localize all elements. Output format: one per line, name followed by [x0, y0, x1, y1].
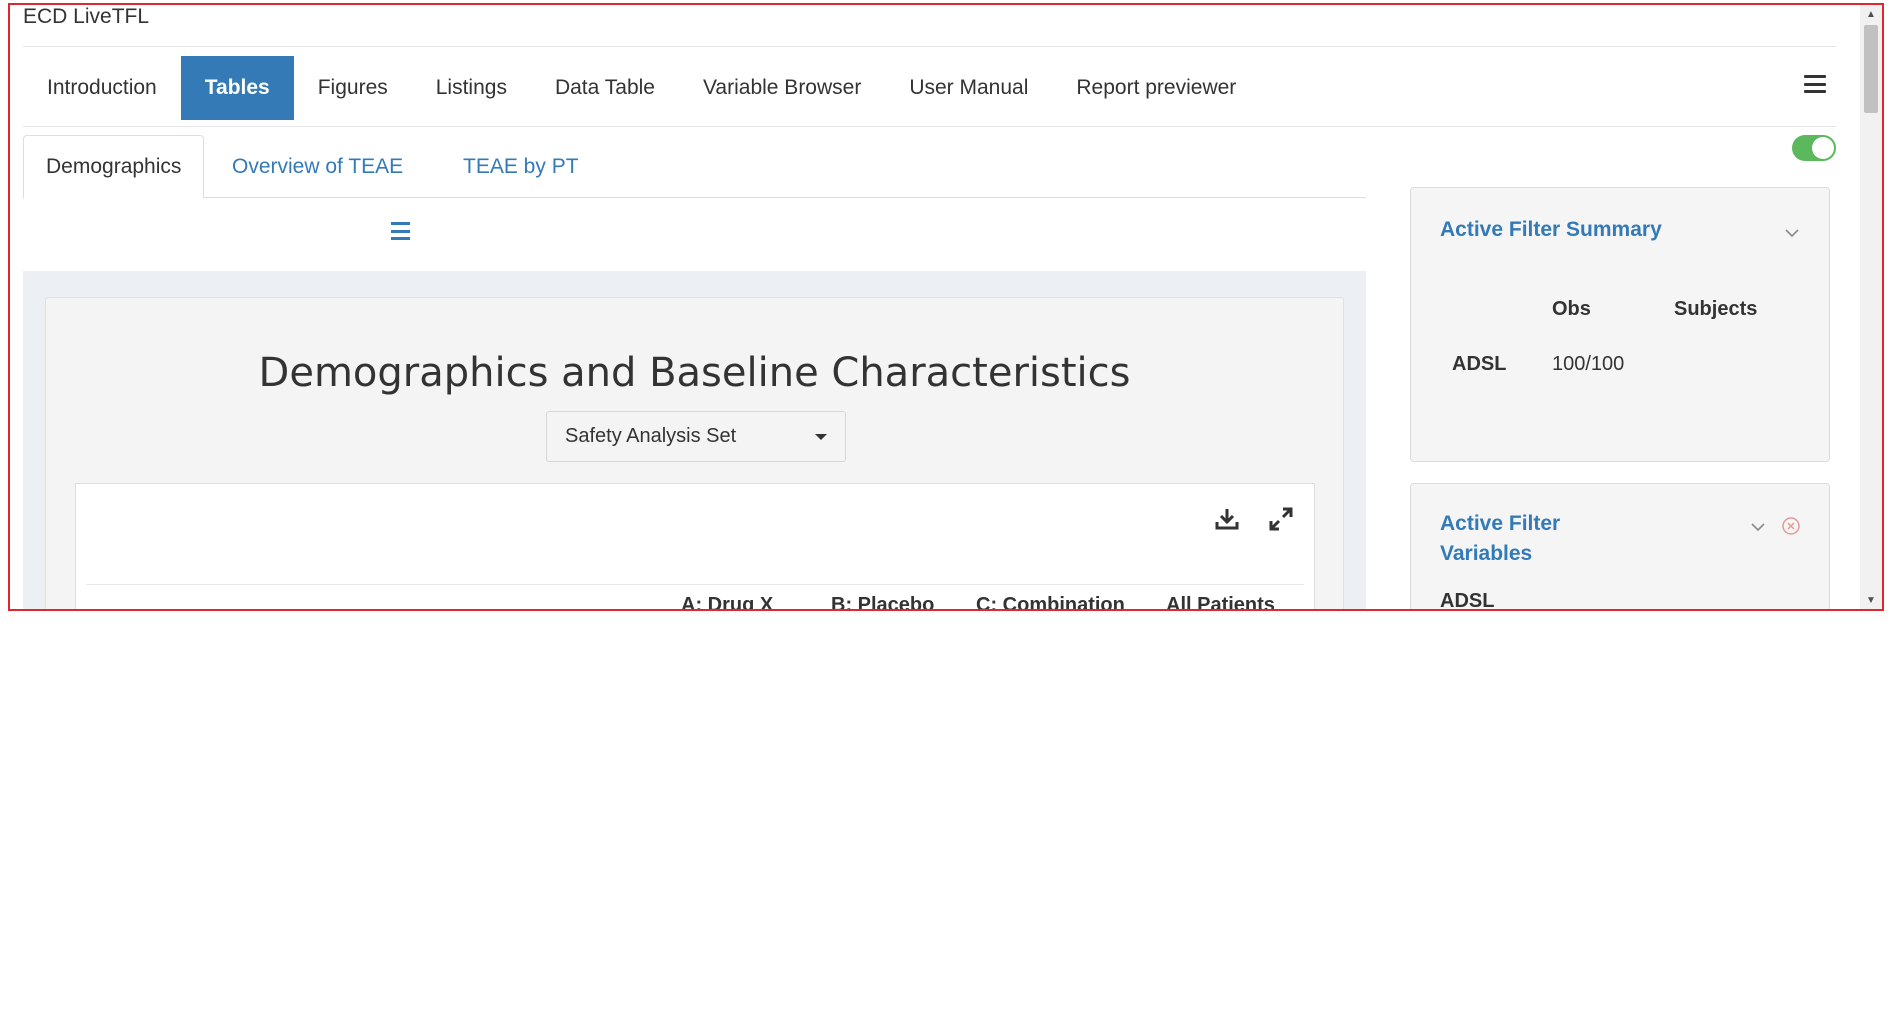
- active-filter-summary-card: Active Filter Summary Obs Subjects ADSL …: [1410, 187, 1830, 462]
- app-frame: ECD LiveTFL Introduction Tables Figures …: [8, 3, 1884, 611]
- nav-data-table[interactable]: Data Table: [531, 56, 679, 120]
- column-header: Obs: [1552, 298, 1591, 320]
- card-title-line: Variables: [1440, 542, 1533, 565]
- column-header: A: Drug X: [681, 594, 774, 609]
- card-title[interactable]: Active Filter Variables: [1440, 509, 1560, 569]
- obs-value: 100/100: [1552, 353, 1625, 375]
- divider: [23, 46, 1836, 47]
- filter-panel-toggle[interactable]: [1792, 135, 1836, 161]
- download-icon[interactable]: [1214, 506, 1240, 532]
- column-header: All Patients: [1166, 594, 1275, 609]
- column-header: C: Combination: [976, 594, 1125, 609]
- card-title-line: Active Filter: [1440, 512, 1561, 535]
- column-header: B: Placebo: [831, 594, 935, 609]
- scrollbar-thumb[interactable]: [1864, 25, 1878, 113]
- nav-report-previewer[interactable]: Report previewer: [1052, 56, 1260, 120]
- clear-filters-icon[interactable]: [1781, 516, 1801, 536]
- dataset-label: ADSL: [1452, 353, 1507, 375]
- tab-overview-of-teae[interactable]: Overview of TEAE: [232, 135, 403, 198]
- divider: [23, 126, 1836, 127]
- tab-teae-by-pt[interactable]: TEAE by PT: [463, 135, 579, 198]
- table-header-row: A: Drug X B: Placebo C: Combination All …: [76, 594, 1314, 609]
- nav-user-manual[interactable]: User Manual: [885, 56, 1052, 120]
- scroll-down-arrow-icon[interactable]: ▼: [1860, 591, 1882, 609]
- dataset-label: ADSL: [1440, 590, 1495, 609]
- chevron-down-icon[interactable]: [1785, 226, 1799, 240]
- tab-demographics[interactable]: Demographics: [23, 135, 205, 199]
- main-navbar: Introduction Tables Figures Listings Dat…: [23, 56, 1260, 120]
- hamburger-icon[interactable]: [1804, 73, 1826, 95]
- nav-introduction[interactable]: Introduction: [23, 56, 181, 120]
- expand-icon[interactable]: [1268, 506, 1294, 532]
- table-container: A: Drug X B: Placebo C: Combination All …: [75, 483, 1315, 609]
- card-title[interactable]: Active Filter Summary: [1440, 215, 1662, 245]
- nav-listings[interactable]: Listings: [412, 56, 531, 120]
- table-title: Demographics and Baseline Characteristic…: [258, 350, 1131, 396]
- chevron-down-icon[interactable]: [1751, 520, 1765, 534]
- caret-down-icon: [815, 434, 827, 440]
- population-select[interactable]: Safety Analysis Set: [546, 411, 846, 462]
- nav-figures[interactable]: Figures: [294, 56, 412, 120]
- toggle-knob: [1812, 137, 1834, 159]
- divider: [86, 584, 1304, 585]
- table-subtabs: Demographics Overview of TEAE TEAE by PT: [23, 135, 1366, 199]
- column-header: Subjects: [1674, 298, 1758, 320]
- table-card: Demographics and Baseline Characteristic…: [45, 297, 1344, 609]
- nav-variable-browser[interactable]: Variable Browser: [679, 56, 885, 120]
- vertical-scrollbar[interactable]: ▲ ▼: [1860, 5, 1882, 609]
- table-output-panel: Demographics and Baseline Characteristic…: [23, 271, 1366, 609]
- population-select-value: Safety Analysis Set: [565, 425, 737, 447]
- active-filter-variables-card: Active Filter Variables ADSL: [1410, 483, 1830, 609]
- app-title: ECD LiveTFL: [23, 5, 150, 28]
- nav-tables[interactable]: Tables: [180, 56, 294, 120]
- viewport: ECD LiveTFL Introduction Tables Figures …: [10, 5, 1860, 609]
- scroll-up-arrow-icon[interactable]: ▲: [1860, 5, 1882, 23]
- hamburger-icon[interactable]: [391, 222, 410, 240]
